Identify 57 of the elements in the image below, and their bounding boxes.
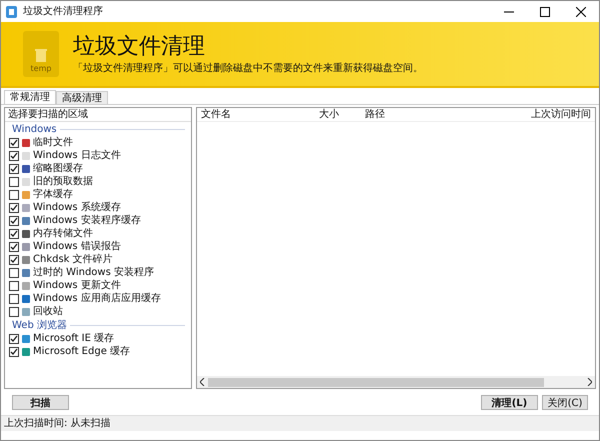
checkbox[interactable] bbox=[9, 216, 19, 226]
checkbox[interactable] bbox=[9, 306, 19, 316]
column-header[interactable]: 上次访问时间 bbox=[531, 108, 595, 122]
area-item[interactable]: 临时文件 bbox=[33, 136, 73, 149]
checkbox[interactable] bbox=[9, 268, 19, 278]
area-item[interactable]: 过时的 Windows 安装程序 bbox=[33, 266, 154, 279]
checkbox[interactable] bbox=[9, 242, 19, 252]
logo-text: temp bbox=[30, 63, 52, 75]
column-header[interactable]: 文件名 bbox=[197, 108, 315, 122]
app-icon bbox=[6, 6, 17, 18]
checkbox[interactable] bbox=[9, 346, 19, 356]
close-dialog-button[interactable]: 关闭(C) bbox=[542, 394, 588, 410]
checkbox[interactable] bbox=[9, 228, 19, 238]
area-item[interactable]: Microsoft Edge 缓存 bbox=[33, 345, 130, 358]
checkbox[interactable] bbox=[9, 164, 19, 174]
close-icon bbox=[576, 6, 586, 16]
horizontal-scrollbar[interactable] bbox=[197, 376, 595, 388]
group-heading: Windows bbox=[12, 122, 57, 136]
scrollbar-thumb[interactable] bbox=[208, 378, 544, 386]
header-title: 垃圾文件清理 bbox=[73, 32, 206, 60]
area-item[interactable]: 旧的预取数据 bbox=[33, 175, 93, 188]
trash-icon bbox=[33, 47, 49, 63]
area-item[interactable]: 内存转储文件 bbox=[33, 227, 93, 240]
area-item[interactable]: 回收站 bbox=[33, 305, 63, 318]
tab[interactable]: 高级清理 bbox=[56, 91, 108, 104]
checkbox[interactable] bbox=[9, 280, 19, 290]
checkbox[interactable] bbox=[9, 254, 19, 264]
checkbox[interactable] bbox=[9, 176, 19, 186]
column-header[interactable]: 路径 bbox=[361, 108, 531, 122]
area-item[interactable]: Windows 更新文件 bbox=[33, 279, 121, 292]
checkbox[interactable] bbox=[9, 294, 19, 304]
area-item[interactable]: Microsoft IE 缓存 bbox=[33, 332, 114, 345]
checkbox[interactable] bbox=[9, 334, 19, 344]
checkbox[interactable] bbox=[9, 138, 19, 148]
list-heading: 选择要扫描的区域 bbox=[8, 108, 88, 122]
checkbox[interactable] bbox=[9, 150, 19, 160]
column-header[interactable]: 大小 bbox=[315, 108, 361, 122]
area-item[interactable]: Windows 安装程序缓存 bbox=[33, 214, 141, 227]
area-item[interactable]: Chkdsk 文件碎片 bbox=[33, 253, 113, 266]
scan-button[interactable]: 扫描 bbox=[12, 394, 69, 410]
clean-button[interactable]: 清理(L) bbox=[481, 394, 538, 410]
tab[interactable]: 常规清理 bbox=[4, 90, 56, 104]
area-item[interactable]: Windows 应用商店应用缓存 bbox=[33, 292, 161, 305]
area-item[interactable]: Windows 系统缓存 bbox=[33, 201, 121, 214]
checkbox[interactable] bbox=[9, 202, 19, 212]
scroll-left-icon[interactable] bbox=[200, 378, 205, 386]
window-title: 垃圾文件清理程序 bbox=[23, 4, 103, 19]
status-text: 上次扫描时间: 从未扫描 bbox=[4, 416, 111, 431]
area-item[interactable]: 缩略图缓存 bbox=[33, 162, 83, 175]
header-subtitle: 「垃圾文件清理程序」可以通过删除磁盘中不需要的文件来重新获得磁盘空间。 bbox=[73, 62, 423, 76]
area-item[interactable]: Windows 日志文件 bbox=[33, 149, 121, 162]
group-heading: Web 浏览器 bbox=[12, 318, 67, 332]
scroll-right-icon[interactable] bbox=[587, 378, 592, 386]
maximize-icon bbox=[540, 6, 550, 16]
area-item[interactable]: Windows 错误报告 bbox=[33, 240, 121, 253]
area-item[interactable]: 字体缓存 bbox=[33, 188, 73, 201]
checkbox[interactable] bbox=[9, 190, 19, 200]
